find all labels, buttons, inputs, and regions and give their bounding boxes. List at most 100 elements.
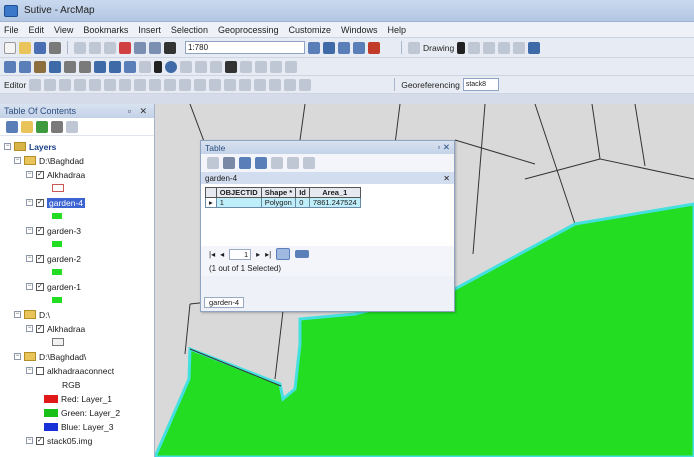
rotate-icon[interactable] (468, 41, 481, 54)
garden-4-symbol-swatch[interactable] (52, 213, 62, 219)
georeferencing-layer-dropdown[interactable]: stack8 (462, 78, 499, 91)
attributes-icon[interactable] (194, 78, 207, 91)
rectangle-icon[interactable] (483, 41, 496, 54)
collapse-icon[interactable]: − (26, 325, 33, 332)
identify-icon[interactable] (165, 60, 177, 73)
menu-file[interactable]: File (4, 25, 19, 35)
toc-window-buttons[interactable]: ▫ ✕ (128, 106, 150, 117)
collapse-icon[interactable]: − (26, 227, 33, 234)
zoom-out-icon[interactable] (19, 60, 31, 73)
drawing-menu[interactable]: Drawing (423, 43, 454, 53)
font-color-icon[interactable] (513, 41, 526, 54)
validate-icon[interactable] (254, 78, 267, 91)
table-cell[interactable]: Polygon (260, 197, 297, 208)
list-by-drawing-order-icon[interactable] (6, 120, 18, 133)
show-selected-records-icon[interactable] (295, 250, 310, 258)
close-icon[interactable]: ✕ (443, 174, 450, 183)
edit-tool-icon[interactable] (29, 78, 42, 91)
layer-visibility-checkbox[interactable]: ✓ (36, 282, 44, 291)
editor-menu[interactable]: Editor (4, 80, 26, 90)
find-route-icon[interactable] (240, 60, 252, 73)
error-inspector-icon[interactable] (269, 78, 282, 91)
layer-visibility-checkbox[interactable]: ✓ (36, 198, 44, 207)
zoom-to-selected-icon[interactable] (287, 157, 299, 169)
zoom-in-icon[interactable] (4, 60, 16, 73)
full-extent-icon[interactable] (49, 60, 61, 73)
arctoolbox-icon[interactable] (368, 41, 380, 54)
select-by-attributes-icon[interactable] (239, 157, 251, 169)
menu-customize[interactable]: Customize (289, 25, 332, 35)
toc-layer-alkhadraa-2[interactable]: − ✓ Alkhadraa (26, 322, 85, 335)
delete-selected-icon[interactable] (303, 157, 315, 169)
find-binoculars-icon[interactable] (225, 60, 237, 73)
menu-geoprocessing[interactable]: Geoprocessing (218, 25, 279, 35)
paste-icon[interactable] (104, 41, 116, 54)
endpoint-arc-icon[interactable] (74, 78, 87, 91)
open-folder-icon[interactable] (19, 41, 31, 54)
first-record-icon[interactable]: |◂ (209, 250, 215, 259)
switch-selection-icon[interactable] (255, 157, 267, 169)
hyperlink-icon[interactable] (210, 60, 222, 73)
save-icon[interactable] (34, 41, 46, 54)
collapse-icon[interactable]: − (26, 199, 33, 206)
catalog-icon[interactable] (338, 41, 350, 54)
record-number-input[interactable]: 1 (229, 248, 252, 260)
list-by-source-icon[interactable] (21, 120, 33, 133)
forward-arrow-icon[interactable] (109, 60, 121, 73)
toc-layer-alkhadraaconnect[interactable]: − alkhadraaconnect (26, 364, 114, 377)
redo-icon[interactable] (149, 41, 161, 54)
collapse-icon[interactable]: − (14, 311, 21, 318)
menu-help[interactable]: Help (388, 25, 407, 35)
previous-record-icon[interactable]: ◂ (220, 250, 224, 259)
print-icon[interactable] (49, 41, 61, 54)
fixed-zoom-in-icon[interactable] (64, 60, 76, 73)
last-record-icon[interactable]: ▸| (265, 250, 271, 259)
toc-group-d-root[interactable]: − D:\ (14, 308, 50, 321)
html-popup-icon[interactable] (180, 60, 192, 73)
layer-visibility-checkbox[interactable]: ✓ (36, 324, 44, 333)
edit-vertices-icon[interactable] (119, 78, 132, 91)
alkhadraa-symbol-swatch[interactable] (52, 184, 64, 192)
rotate-feature-icon[interactable] (179, 78, 192, 91)
menu-insert[interactable]: Insert (138, 25, 161, 35)
toc-group-baghdad[interactable]: − D:\Baghdad (14, 154, 84, 167)
toc-layer-garden-1[interactable]: − ✓ garden-1 (26, 280, 81, 293)
collapse-icon[interactable]: − (26, 367, 33, 374)
trace-icon[interactable] (89, 78, 102, 91)
list-by-selection-icon[interactable] (51, 120, 63, 133)
pan-hand-icon[interactable] (34, 60, 46, 73)
toc-layer-garden-2[interactable]: − ✓ garden-2 (26, 252, 81, 265)
drawing-handle-icon[interactable] (408, 41, 420, 54)
menu-selection[interactable]: Selection (171, 25, 208, 35)
create-features-icon[interactable] (224, 78, 237, 91)
table-of-contents-icon[interactable] (323, 41, 335, 54)
row-selector-cell[interactable]: ▸ (205, 197, 217, 208)
text-a-icon[interactable] (498, 41, 511, 54)
collapse-icon[interactable]: − (26, 171, 33, 178)
menu-edit[interactable]: Edit (29, 25, 45, 35)
go-to-xy-icon[interactable] (255, 60, 267, 73)
collapse-icon[interactable]: − (26, 437, 33, 444)
column-header[interactable]: Area_1 (308, 187, 361, 198)
column-header[interactable]: OBJECTID (215, 187, 262, 198)
column-header[interactable]: Shape * (260, 187, 297, 198)
search-window-icon[interactable] (353, 41, 365, 54)
column-header[interactable]: Id (295, 187, 310, 198)
toc-layer-stack05[interactable]: − ✓ stack05.img (26, 434, 92, 447)
topology-icon[interactable] (239, 78, 252, 91)
table-cell[interactable]: 1 (215, 197, 262, 208)
select-pointer-icon[interactable] (154, 60, 162, 73)
toc-options-icon[interactable] (66, 120, 78, 133)
point-icon[interactable] (104, 78, 117, 91)
table-tab-garden-4[interactable]: garden-4 (204, 297, 245, 308)
copy-icon[interactable] (89, 41, 101, 54)
cut-icon[interactable] (74, 41, 86, 54)
share-edge-icon[interactable] (299, 78, 312, 91)
select-features-icon[interactable] (124, 60, 136, 73)
layer-visibility-checkbox[interactable]: ✓ (36, 436, 44, 445)
undo-icon[interactable] (134, 41, 146, 54)
layer-visibility-checkbox[interactable]: ✓ (36, 254, 44, 263)
fix-topology-icon[interactable] (284, 78, 297, 91)
table-cell[interactable]: 7861.247524 (308, 197, 361, 208)
select-elements-icon[interactable] (457, 41, 466, 54)
